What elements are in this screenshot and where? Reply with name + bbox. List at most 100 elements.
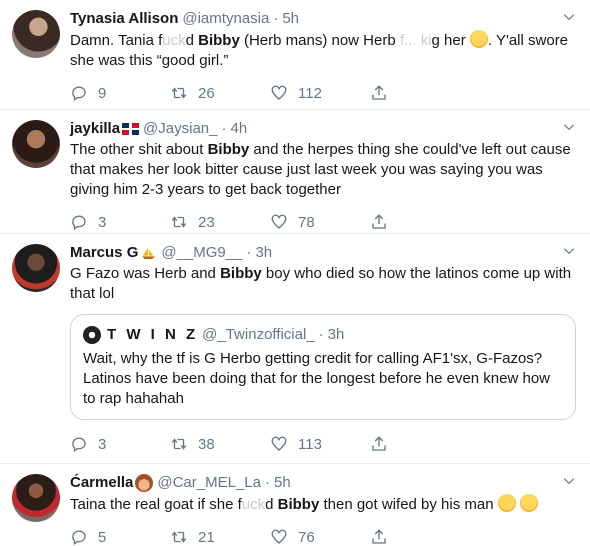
tweet-actions: 3 38 113 <box>70 426 576 462</box>
dominican-flag-icon <box>122 123 140 135</box>
share-icon <box>372 529 386 544</box>
user-handle: @_Twinzofficial_ <box>202 326 315 343</box>
avatar[interactable] <box>12 10 60 58</box>
heart-icon <box>271 214 287 229</box>
heart-icon <box>271 529 287 544</box>
timestamp[interactable]: 3h <box>255 243 272 263</box>
share-button[interactable] <box>370 84 398 102</box>
tweet-actions: 9 26 112 <box>70 75 576 111</box>
retweet-icon <box>171 216 187 228</box>
reply-count: 5 <box>98 528 107 546</box>
like-count: 78 <box>298 213 315 231</box>
tweet-header: Tynasia Allison @iamtynasia · 5h <box>70 9 576 29</box>
censored-text: uck <box>162 32 186 49</box>
tweet-text-part: Taina the real goat if she f <box>70 496 242 513</box>
like-button[interactable]: 112 <box>270 84 370 102</box>
retweet-button[interactable]: 38 <box>170 435 270 453</box>
separator-dot: · <box>221 120 227 137</box>
tweet-header: Marcus G @__MG9__ · 3h <box>70 243 576 263</box>
share-button[interactable] <box>370 213 398 231</box>
avatar[interactable] <box>12 244 60 292</box>
heart-icon <box>271 436 287 451</box>
retweet-button[interactable]: 21 <box>170 528 270 546</box>
separator-dot: · <box>246 244 252 261</box>
user-handle[interactable]: @Jaysian_ <box>143 119 217 139</box>
censored-text: f... ki <box>399 32 432 49</box>
tweet-text-part: The other shit about <box>70 141 208 158</box>
display-name[interactable]: jaykilla <box>70 119 120 139</box>
retweet-count: 26 <box>198 84 215 102</box>
reply-button[interactable]: 3 <box>70 213 170 231</box>
retweet-count: 38 <box>198 435 215 453</box>
chevron-down-icon[interactable] <box>562 10 576 24</box>
like-count: 113 <box>298 435 322 453</box>
tweet-4[interactable]: Ćarmella @Car_MEL_La · 5h Taina the real… <box>0 464 590 546</box>
laughing-face-emoji <box>519 494 538 512</box>
retweet-icon <box>171 87 187 99</box>
highlighted-keyword: Bibby <box>220 265 262 282</box>
reply-icon <box>72 437 86 453</box>
tweet-text: G Fazo was Herb and Bibby boy who died s… <box>70 264 576 304</box>
retweet-button[interactable]: 26 <box>170 84 270 102</box>
tweet-text-part: G Fazo was Herb and <box>70 265 221 282</box>
reply-icon <box>72 530 86 546</box>
quoted-tweet[interactable]: T W I N Z @_Twinzofficial_ · 3h Wait, wh… <box>70 314 576 420</box>
tweet-text-part: d <box>265 496 278 513</box>
highlighted-keyword: Bibby <box>198 32 240 49</box>
reply-button[interactable]: 9 <box>70 84 170 102</box>
share-button[interactable] <box>370 528 398 546</box>
tweet-text-part: Damn. Tania f <box>70 32 163 49</box>
thinking-face-emoji <box>497 494 516 512</box>
like-button[interactable]: 76 <box>270 528 370 546</box>
display-name[interactable]: Ćarmella <box>70 473 133 493</box>
reply-count: 3 <box>98 213 107 231</box>
highlighted-keyword: Bibby <box>207 141 250 158</box>
avatar[interactable] <box>12 120 60 168</box>
display-name[interactable]: Tynasia Allison <box>70 9 178 29</box>
share-icon <box>372 214 386 229</box>
tweet-text: Taina the real goat if she fuckd Bibby t… <box>70 494 576 515</box>
display-name[interactable]: Marcus G <box>70 243 138 263</box>
tweet-3[interactable]: Marcus G @__MG9__ · 3h G Fazo was Herb a… <box>0 234 590 464</box>
reply-button[interactable]: 3 <box>70 435 170 453</box>
reply-button[interactable]: 5 <box>70 528 170 546</box>
separator-dot: · <box>273 10 279 27</box>
worried-face-emoji <box>469 30 488 48</box>
timestamp: 3h <box>327 326 345 343</box>
tweet-1[interactable]: Tynasia Allison @iamtynasia · 5h Damn. T… <box>0 0 590 110</box>
timestamp[interactable]: 4h <box>230 119 247 139</box>
chevron-down-icon[interactable] <box>562 474 576 488</box>
reply-count: 9 <box>98 84 107 102</box>
woman-emoji <box>135 474 154 492</box>
heart-icon <box>271 85 287 100</box>
chevron-down-icon[interactable] <box>562 244 576 258</box>
tweet-header: jaykilla @Jaysian_ · 4h <box>70 119 576 139</box>
tweet-header: Ćarmella @Car_MEL_La · 5h <box>70 473 576 493</box>
retweet-count: 23 <box>198 213 215 231</box>
reply-icon <box>72 215 86 231</box>
like-button[interactable]: 78 <box>270 213 370 231</box>
quoted-tweet-text: Wait, why the tf is G Herbo getting cred… <box>83 350 550 407</box>
avatar[interactable] <box>12 474 60 522</box>
like-count: 112 <box>298 84 322 102</box>
tweet-actions: 5 21 76 <box>70 519 576 546</box>
user-handle[interactable]: @iamtynasia <box>182 9 269 29</box>
tweet-text-part: then got wifed by his man <box>319 496 498 513</box>
tweet-text-part: d <box>185 32 199 49</box>
share-icon <box>372 85 386 100</box>
tweet-text-part: (Herb mans) now Herb <box>239 32 400 49</box>
user-handle[interactable]: @Car_MEL_La <box>157 473 261 493</box>
quoted-tweet-header: T W I N Z @_Twinzofficial_ · 3h <box>83 325 563 345</box>
timestamp[interactable]: 5h <box>274 473 291 493</box>
timestamp[interactable]: 5h <box>282 9 299 29</box>
like-count: 76 <box>298 528 315 546</box>
tweet-2[interactable]: jaykilla @Jaysian_ · 4h The other shit a… <box>0 110 590 234</box>
share-button[interactable] <box>370 435 398 453</box>
avatar <box>83 326 101 344</box>
chevron-down-icon[interactable] <box>562 120 576 134</box>
like-button[interactable]: 113 <box>270 435 370 453</box>
user-handle[interactable]: @__MG9__ <box>161 243 242 263</box>
retweet-button[interactable]: 23 <box>170 213 270 231</box>
retweet-count: 21 <box>198 528 215 546</box>
share-icon <box>372 436 386 451</box>
